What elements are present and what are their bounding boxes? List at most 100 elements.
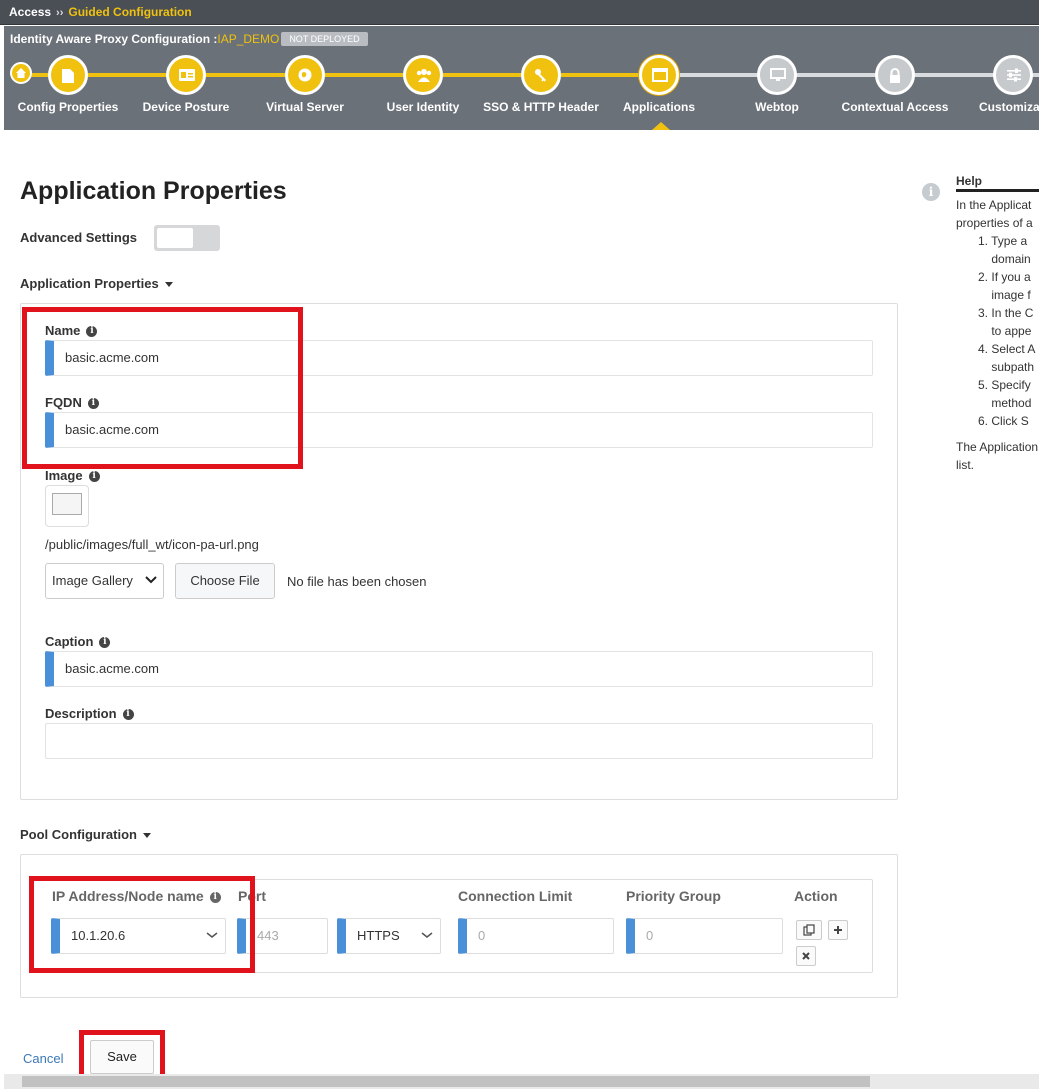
help-step-cont: domain	[978, 250, 1039, 268]
help-step: 4. Select A	[978, 340, 1039, 358]
wizard-step-label: Virtual Server	[266, 100, 344, 114]
priority-group-input[interactable]: 0	[626, 918, 783, 954]
help-steps-list: 1. Type a domain 2. If you a image f 3. …	[978, 232, 1039, 430]
help-step-text: Specify	[991, 378, 1031, 392]
active-step-caret	[652, 122, 670, 130]
highlight-name-fqdn	[22, 307, 303, 469]
wizard-step-device-posture[interactable]: Device Posture	[121, 55, 251, 114]
wizard-step-webtop[interactable]: Webtop	[712, 55, 842, 114]
help-info-icon[interactable]: i	[922, 183, 940, 201]
image-path: /public/images/full_wt/icon-pa-url.png	[45, 537, 259, 552]
toggle-knob	[157, 228, 193, 248]
wizard-step-label: Device Posture	[142, 100, 230, 114]
protocol-select[interactable]: HTTPS	[337, 918, 441, 954]
wizard-step-user-identity[interactable]: User Identity	[358, 55, 488, 114]
help-outro-line: list.	[956, 458, 974, 472]
page-title: Application Properties	[20, 177, 287, 205]
wizard-step-customization[interactable]: Customizati	[948, 55, 1039, 114]
section-title: Application Properties	[20, 276, 159, 291]
pool-configuration-section-header[interactable]: Pool Configuration	[20, 827, 151, 842]
info-icon[interactable]: i	[99, 637, 111, 649]
id-card-icon	[179, 69, 195, 81]
close-icon	[802, 952, 810, 960]
help-step-cont: subpath	[978, 358, 1039, 376]
key-icon	[535, 69, 546, 82]
application-properties-section-header[interactable]: Application Properties	[20, 276, 173, 291]
wizard-step-label: Customizati	[978, 100, 1039, 114]
scrollbar-thumb[interactable]	[22, 1076, 870, 1087]
help-step-text: to appe	[991, 324, 1032, 338]
advanced-settings-toggle[interactable]	[154, 225, 220, 251]
help-step-text: domain	[991, 252, 1031, 266]
breadcrumb-root[interactable]: Access	[9, 5, 51, 19]
sliders-icon	[1007, 68, 1021, 82]
help-step: 3. In the C	[978, 304, 1039, 322]
help-panel: Help In the Applicat properties of a 1. …	[956, 174, 1039, 474]
help-outro-line: The Application	[956, 440, 1039, 454]
globe-icon	[298, 68, 312, 82]
wizard-title: Identity Aware Proxy Configuration :IAP_…	[10, 32, 279, 46]
column-header-priority-group: Priority Group	[626, 888, 721, 904]
add-row-button[interactable]	[828, 920, 848, 940]
caption-input[interactable]: basic.acme.com	[45, 651, 873, 687]
caret-down-icon	[142, 833, 151, 839]
wizard-step-sso-http-header[interactable]: SSO & HTTP Header	[476, 55, 606, 114]
help-step-number: 6.	[978, 414, 989, 428]
breadcrumb-separator: ››	[56, 7, 64, 19]
caption-label: Caption i	[45, 634, 111, 649]
caret-down-icon	[164, 282, 173, 288]
lock-icon	[890, 68, 900, 83]
column-header-connection-limit: Connection Limit	[458, 888, 573, 904]
page-root: Access ›› Guided Configuration Identity Aw…	[0, 0, 1039, 1089]
help-step-cont: method	[978, 394, 1039, 412]
wizard-step-virtual-server[interactable]: Virtual Server	[240, 55, 370, 114]
wizard-step-label: Applications	[622, 100, 695, 114]
description-label-text: Description	[45, 706, 117, 721]
cancel-link[interactable]: Cancel	[23, 1051, 63, 1066]
wizard-step-contextual-access[interactable]: Contextual Access	[830, 55, 960, 114]
connection-limit-input[interactable]: 0	[458, 918, 614, 954]
image-preview	[45, 485, 89, 527]
info-icon[interactable]: i	[88, 471, 100, 483]
description-label: Description i	[45, 706, 134, 721]
help-step: 5. Specify	[978, 376, 1039, 394]
help-step-text: Select A	[991, 342, 1036, 356]
breadcrumb-current: Guided Configuration	[68, 5, 192, 19]
document-icon	[62, 69, 74, 83]
choose-file-button[interactable]: Choose File	[175, 563, 275, 599]
help-step: 1. Type a	[978, 232, 1039, 250]
help-step-number: 1.	[978, 234, 989, 248]
column-header-action: Action	[794, 888, 838, 904]
wizard-step-label: Contextual Access	[841, 100, 949, 114]
chevron-down-icon	[421, 932, 433, 938]
help-step-text: Click S	[991, 414, 1029, 428]
help-step: 2. If you a	[978, 268, 1039, 286]
horizontal-scrollbar[interactable]	[4, 1074, 1039, 1089]
image-label-text: Image	[45, 468, 83, 483]
wizard-header: Identity Aware Proxy Configuration :IAP_…	[4, 26, 1039, 130]
help-step-number: 4.	[978, 342, 989, 356]
wizard-step-applications[interactable]: Applications	[594, 55, 724, 114]
help-intro-line: properties of a	[956, 216, 1033, 230]
broken-image-icon	[52, 493, 82, 515]
description-input[interactable]	[45, 723, 873, 759]
help-step-text: subpath	[991, 360, 1035, 374]
section-title: Pool Configuration	[20, 827, 137, 842]
help-step-cont: image f	[978, 286, 1039, 304]
no-file-text: No file has been chosen	[287, 574, 427, 589]
breadcrumb: Access ›› Guided Configuration	[9, 5, 192, 19]
monitor-icon	[770, 68, 786, 81]
copy-row-button[interactable]	[796, 920, 822, 940]
help-title: Help	[956, 174, 1039, 192]
help-step-text: Type a	[991, 234, 1028, 248]
plus-icon	[834, 926, 842, 934]
wizard-step-config-properties[interactable]: Config Properties	[3, 55, 133, 114]
main-content: Application Properties Advanced Settings…	[4, 130, 1039, 1085]
protocol-select-value: HTTPS	[357, 928, 400, 943]
info-icon[interactable]: i	[122, 709, 134, 721]
advanced-settings-label: Advanced Settings	[20, 230, 138, 245]
window-icon	[652, 68, 668, 82]
help-step: 6. Click S	[978, 412, 1039, 430]
delete-row-button[interactable]	[796, 946, 816, 966]
image-gallery-select[interactable]: Image Gallery	[45, 563, 164, 599]
